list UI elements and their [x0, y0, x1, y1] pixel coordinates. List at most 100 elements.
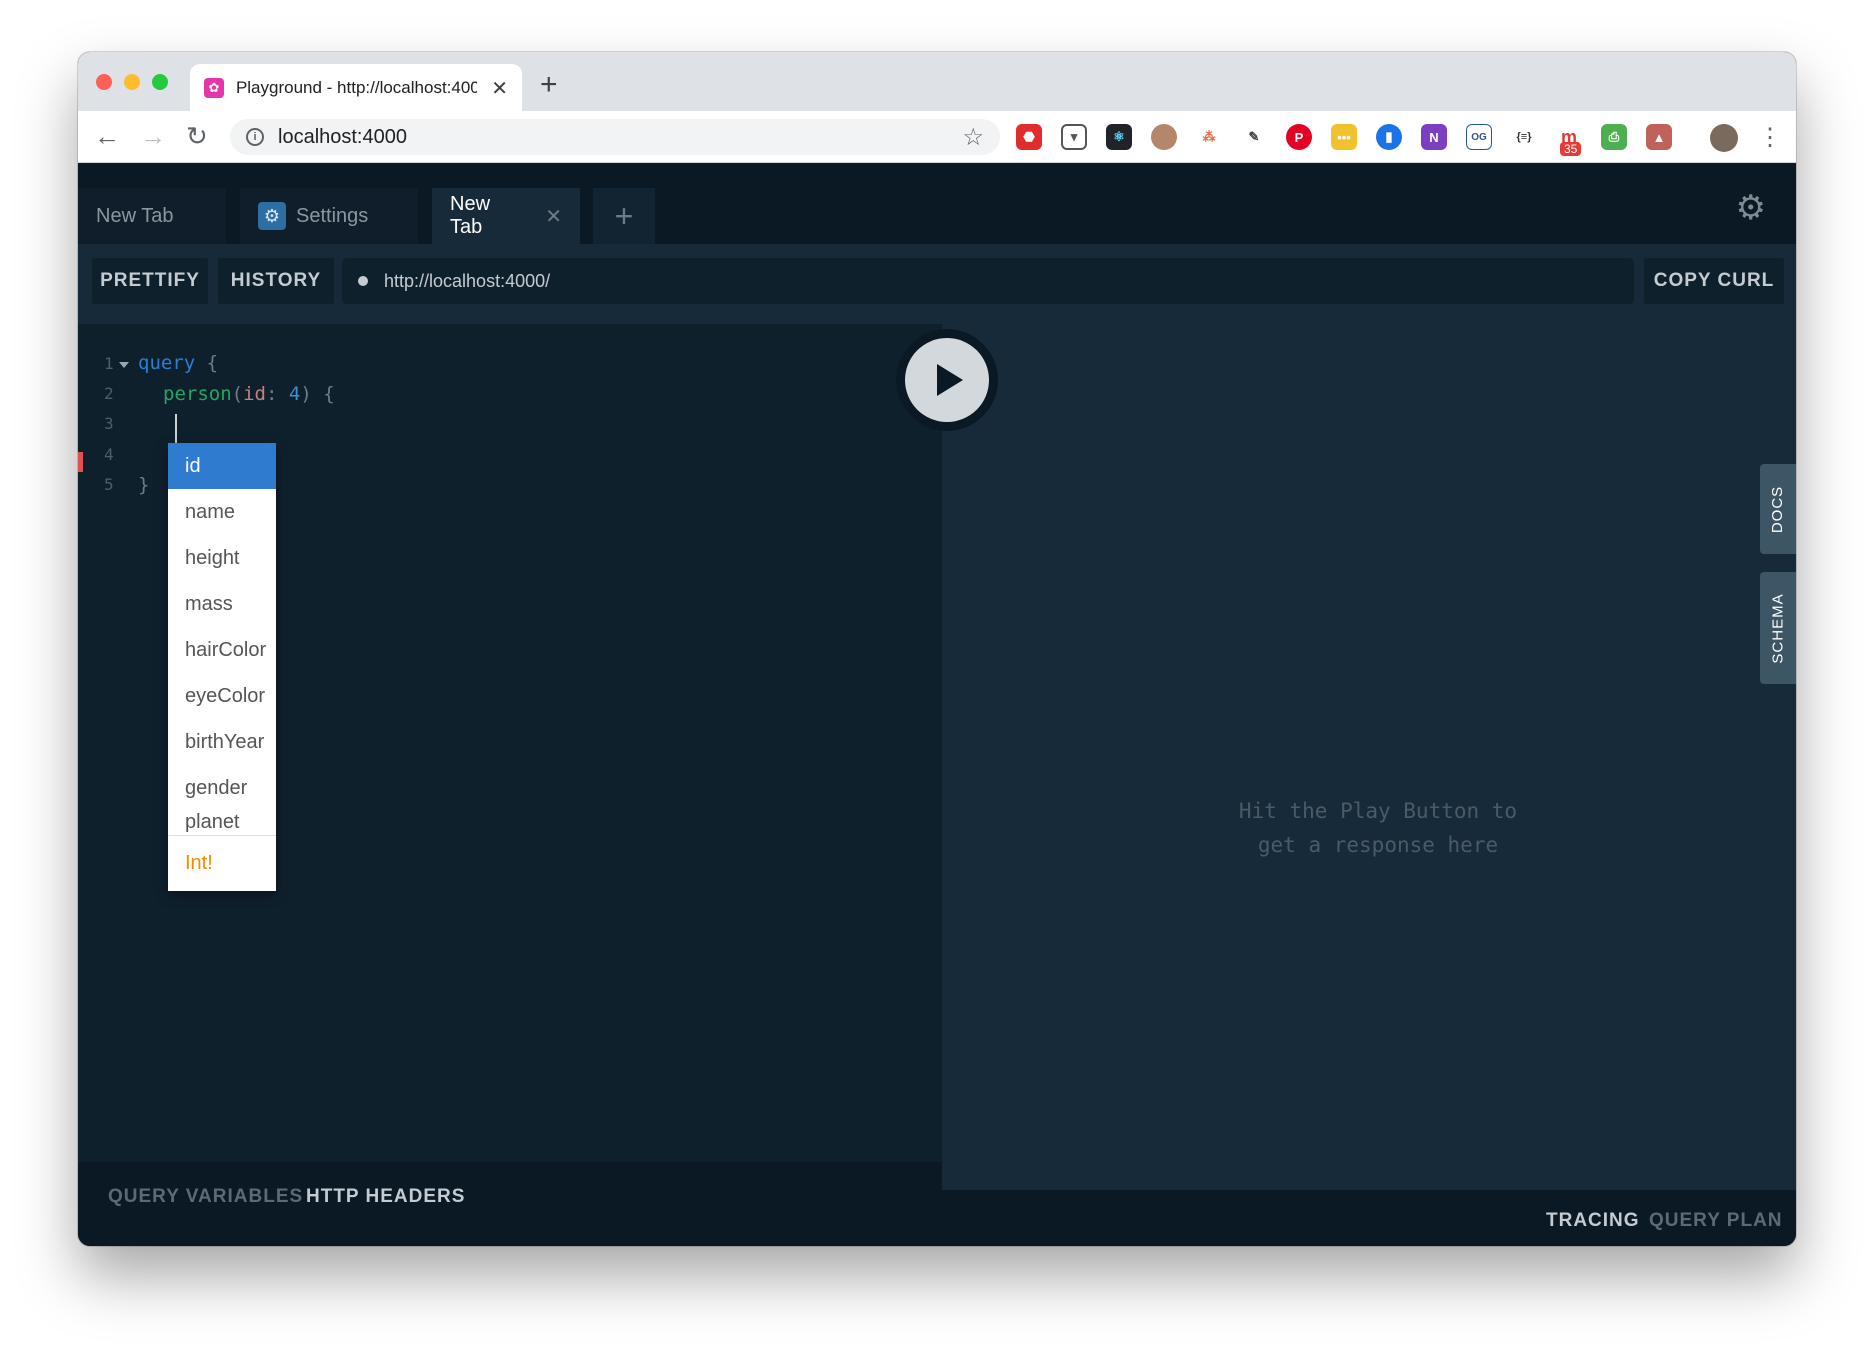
result-pane: Hit the Play Button to get a response he…	[942, 324, 1796, 1190]
extension-badge: 35	[1560, 142, 1582, 156]
code-brace: {	[195, 352, 219, 374]
fold-arrow-icon[interactable]	[119, 362, 129, 368]
tab-new-tab-1[interactable]: New Tab	[78, 188, 226, 244]
image-extension-icon[interactable]: ▲	[1646, 124, 1672, 150]
notes-extension-icon[interactable]: •••	[1331, 124, 1357, 150]
endpoint-input[interactable]: http://localhost:4000/	[342, 258, 1634, 304]
code-field: person	[163, 383, 232, 405]
forward-arrow-icon[interactable]: →	[140, 121, 166, 152]
browser-window: ✿ Playground - http://localhost:4000/ ✕ …	[78, 52, 1796, 1246]
schema-tab-label: SCHEMA	[1769, 592, 1787, 664]
autocomplete-item[interactable]: name	[168, 489, 276, 535]
history-button[interactable]: HISTORY	[218, 258, 334, 304]
close-tab-icon[interactable]: ✕	[491, 76, 508, 101]
execute-query-button[interactable]	[905, 338, 989, 422]
autocomplete-item[interactable]: birthYear	[168, 719, 276, 765]
schema-tab[interactable]: SCHEMA	[1760, 572, 1796, 684]
play-icon	[937, 364, 963, 396]
autocomplete-item[interactable]: hairColor	[168, 627, 276, 673]
json-extension-icon[interactable]: {≡}	[1511, 124, 1537, 150]
tab-label: New Tab	[450, 193, 491, 238]
autocomplete-item[interactable]: planet	[168, 811, 276, 837]
playground-toolbar: PRETTIFY HISTORY http://localhost:4000/ …	[78, 244, 1796, 324]
result-placeholder: Hit the Play Button to get a response he…	[1178, 794, 1578, 862]
tab-http-headers[interactable]: HTTP HEADERS	[306, 1186, 465, 1208]
ublock-extension-icon[interactable]: ⬣	[1016, 124, 1042, 150]
docs-tab-label: DOCS	[1769, 485, 1787, 533]
autocomplete-item[interactable]: height	[168, 535, 276, 581]
result-hint-line: Hit the Play Button to	[1238, 799, 1518, 823]
tab-query-plan[interactable]: QUERY PLAN	[1649, 1210, 1783, 1232]
cookie-extension-icon[interactable]	[1151, 124, 1177, 150]
tab-new-tab-active[interactable]: New Tab ✕	[432, 188, 580, 244]
query-editor[interactable]: 1 2 3 4 5 query { person(id: 4) { } id n…	[78, 324, 942, 1162]
browser-tab-title: Playground - http://localhost:4000/	[235, 78, 478, 97]
onenote-extension-icon[interactable]: N	[1421, 124, 1447, 150]
pinterest-extension-icon[interactable]: P	[1286, 124, 1312, 150]
tab-label: Settings	[296, 204, 369, 227]
autocomplete-item[interactable]: id	[168, 443, 276, 489]
reload-icon[interactable]: ↻	[186, 121, 208, 152]
close-window-button[interactable]	[96, 74, 112, 90]
close-icon[interactable]: ✕	[545, 204, 562, 229]
browser-toolbar: ← → ↻ i localhost:4000 ☆ ⬣ ▾ ⚛ ⁂ ✎ P •••…	[78, 111, 1796, 163]
line-number: 4	[104, 445, 114, 464]
og-extension-icon[interactable]: OG	[1466, 124, 1492, 150]
browser-menu-icon[interactable]: ⋮	[1758, 123, 1782, 152]
eyedropper-extension-icon[interactable]: ✎	[1241, 124, 1267, 150]
line-number: 3	[104, 414, 114, 433]
gear-icon[interactable]: ⚙	[1736, 188, 1766, 228]
line-number: 5	[104, 475, 114, 494]
tracing-bar: TRACING QUERY PLAN	[942, 1190, 1796, 1246]
status-dot-icon	[358, 276, 368, 286]
line-number: 2	[104, 384, 114, 403]
site-info-icon[interactable]: i	[246, 128, 264, 146]
result-hint-line: get a response here	[1257, 833, 1499, 857]
browser-tab[interactable]: ✿ Playground - http://localhost:4000/ ✕	[190, 64, 522, 112]
query-keyword: query	[138, 352, 196, 374]
tab-tracing[interactable]: TRACING	[1546, 1210, 1640, 1232]
docs-tab[interactable]: DOCS	[1760, 464, 1796, 554]
back-arrow-icon[interactable]: ←	[94, 121, 120, 152]
autocomplete-dropdown[interactable]: id name height mass hairColor eyeColor b…	[168, 443, 276, 891]
settings-gear-icon: ⚙	[258, 202, 286, 230]
minimize-window-button[interactable]	[124, 74, 140, 90]
prettify-button[interactable]: PRETTIFY	[92, 258, 208, 304]
new-browser-tab-button[interactable]: +	[540, 68, 558, 102]
code-line-1: query {	[138, 352, 218, 374]
profile-avatar[interactable]	[1710, 124, 1738, 152]
add-tab-button[interactable]: +	[593, 188, 655, 244]
text-cursor	[175, 414, 177, 444]
bookmark-extension-icon[interactable]: ▮	[1376, 124, 1402, 150]
people-extension-icon[interactable]: ⁂	[1196, 124, 1222, 150]
code-value: 4	[288, 383, 301, 405]
code-paren: (	[231, 383, 244, 405]
copy-curl-button[interactable]: COPY CURL	[1644, 258, 1784, 304]
tab-settings[interactable]: ⚙ Settings	[240, 188, 418, 244]
playground-tab-bar: New Tab ⚙ Settings New Tab ✕ + ⚙	[78, 164, 1796, 244]
execute-button-ring	[896, 329, 998, 431]
endpoint-url: http://localhost:4000/	[384, 270, 551, 291]
address-bar-url[interactable]: localhost:4000	[278, 126, 407, 149]
pocket-extension-icon[interactable]: ▾	[1061, 124, 1087, 150]
query-variables-bar: QUERY VARIABLES HTTP HEADERS	[78, 1162, 942, 1246]
autocomplete-item[interactable]: eyeColor	[168, 673, 276, 719]
autocomplete-item[interactable]: gender	[168, 765, 276, 811]
autocomplete-item[interactable]: mass	[168, 581, 276, 627]
tab-label: New Tab	[96, 204, 174, 227]
code-colon: :	[265, 383, 289, 405]
code-brace: }	[138, 474, 150, 496]
maximize-window-button[interactable]	[152, 74, 168, 90]
tab-query-variables[interactable]: QUERY VARIABLES	[108, 1186, 303, 1208]
code-paren: ) {	[300, 383, 335, 405]
print-extension-icon[interactable]: ⎙	[1601, 124, 1627, 150]
graphql-favicon-icon: ✿	[204, 78, 224, 98]
bookmark-star-icon[interactable]: ☆	[962, 123, 984, 152]
browser-tab-strip: ✿ Playground - http://localhost:4000/ ✕ …	[78, 52, 1796, 112]
address-bar[interactable]: i localhost:4000 ☆	[230, 119, 1000, 155]
line-number: 1	[104, 354, 114, 373]
code-argument: id	[243, 383, 266, 405]
react-devtools-extension-icon[interactable]: ⚛	[1106, 124, 1132, 150]
code-line-5: }	[138, 474, 149, 496]
error-marker	[78, 452, 83, 472]
